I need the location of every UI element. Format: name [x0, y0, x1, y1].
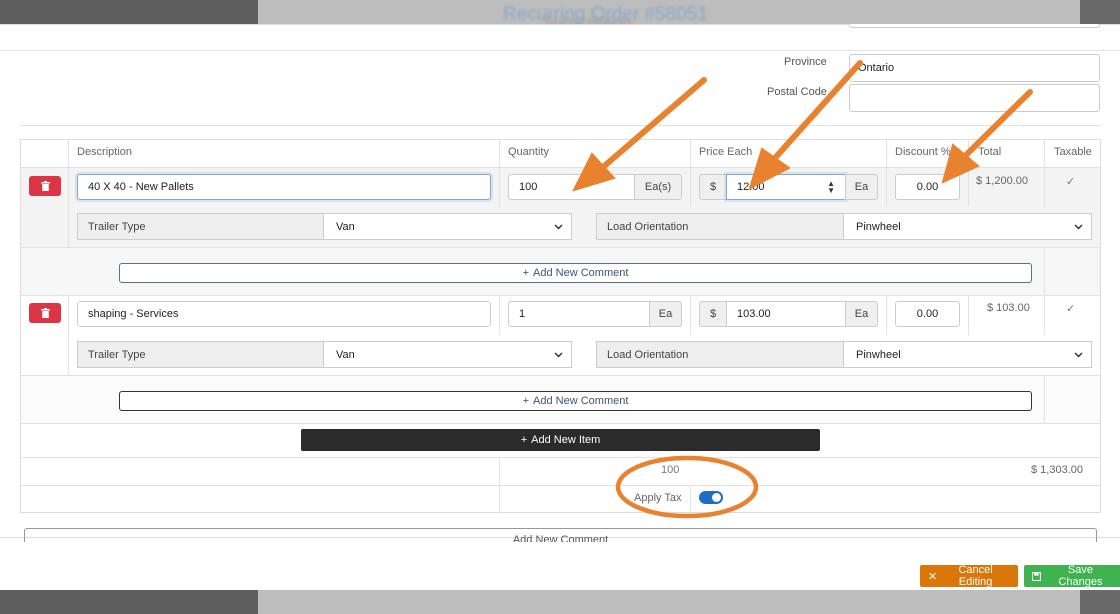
quantity-unit: Ea — [649, 301, 682, 327]
line-total: $ 103.00 — [987, 302, 1030, 314]
load-orientation-value: Pinwheel — [856, 348, 901, 361]
row-divider — [20, 485, 1101, 486]
delete-row-button[interactable] — [29, 303, 61, 323]
trailer-type-label: Trailer Type — [77, 213, 324, 240]
postal-code-label: Postal Code — [767, 86, 827, 98]
save-changes-button[interactable]: Save Changes — [1024, 564, 1120, 588]
col-divider — [886, 295, 887, 335]
trailer-type-select[interactable]: Van — [323, 213, 572, 240]
apply-tax-toggle[interactable] — [699, 491, 723, 504]
row-divider — [20, 457, 1101, 458]
add-comment-button[interactable]: Add New Comment — [24, 528, 1097, 542]
discount-input[interactable]: 0.00 — [895, 301, 960, 327]
plus-icon: + — [522, 395, 530, 407]
col-divider — [1044, 247, 1045, 295]
column-header-price-each: Price Each — [699, 146, 753, 158]
add-comment-button[interactable]: + Add New Comment — [119, 263, 1032, 283]
col-divider — [68, 139, 69, 247]
chevron-down-icon — [554, 351, 563, 358]
row-divider — [20, 375, 1101, 376]
add-comment-button[interactable]: + Add New Comment — [119, 391, 1032, 411]
modal-footer: ✕ Cancel Editing Save Changes — [0, 537, 1120, 590]
quantity-input[interactable]: 100 — [508, 174, 635, 200]
col-divider — [1044, 295, 1045, 335]
col-divider — [690, 485, 691, 513]
save-icon — [1032, 571, 1041, 581]
chevron-down-icon — [554, 223, 563, 230]
col-divider — [499, 139, 500, 207]
times-icon: ✕ — [928, 570, 938, 583]
plus-icon: + — [520, 434, 528, 446]
trash-icon — [40, 308, 50, 318]
add-comment-label: Add New Comment — [533, 267, 629, 279]
check-icon: ✓ — [1066, 176, 1076, 188]
col-divider — [1044, 375, 1045, 423]
description-input[interactable]: shaping - Services — [77, 301, 491, 327]
load-orientation-label: Load Orientation — [596, 213, 844, 240]
chevron-down-icon — [1074, 351, 1083, 358]
col-divider — [690, 139, 691, 207]
col-divider — [968, 295, 969, 335]
row-divider — [20, 295, 1101, 296]
column-header-discount: Discount % — [895, 146, 951, 158]
col-divider — [68, 295, 69, 375]
load-orientation-value: Pinwheel — [856, 220, 901, 233]
postal-code-field[interactable] — [849, 84, 1100, 112]
col-divider — [886, 139, 887, 207]
trailer-type-label: Trailer Type — [77, 341, 324, 368]
line-total: $ 1,200.00 — [976, 175, 1028, 187]
add-comment-label: Add New Comment — [512, 534, 609, 542]
header-divider — [20, 167, 1101, 168]
quantity-input[interactable]: 1 — [508, 301, 650, 327]
currency-addon: $ — [699, 174, 727, 200]
add-new-item-button[interactable]: + Add New Item — [301, 429, 820, 451]
load-orientation-label: Load Orientation — [596, 341, 844, 368]
trash-icon — [40, 181, 50, 191]
col-divider — [1044, 139, 1045, 207]
trailer-type-value: Van — [336, 348, 355, 361]
column-header-description: Description — [77, 146, 133, 158]
section-divider — [20, 125, 1101, 126]
price-unit: Ea — [845, 174, 878, 200]
previous-address-field[interactable] — [849, 24, 1100, 28]
province-label: Province — [784, 56, 827, 68]
col-divider — [968, 139, 969, 207]
price-input[interactable]: 103.00 — [726, 301, 846, 327]
column-header-total: Total — [978, 146, 1002, 158]
col-divider — [690, 295, 691, 335]
chevron-down-icon — [1074, 223, 1083, 230]
discount-input[interactable]: 0.00 — [895, 174, 960, 200]
quantity-unit: Ea(s) — [634, 174, 682, 200]
price-unit: Ea — [845, 301, 878, 327]
check-icon: ✓ — [1066, 303, 1076, 315]
modal-header — [0, 25, 1120, 51]
spinner-arrows-icon[interactable]: ▲ ▼ — [827, 180, 835, 195]
currency-addon: $ — [699, 301, 727, 327]
column-header-quantity: Quantity — [508, 146, 549, 158]
add-comment-label: Add New Comment — [533, 395, 629, 407]
grand-total: $ 1,303.00 — [1031, 464, 1083, 476]
province-field[interactable]: Ontario — [849, 54, 1100, 82]
delete-row-button[interactable] — [29, 176, 61, 196]
row-divider — [20, 247, 1101, 248]
add-new-item-label: Add New Item — [531, 434, 601, 446]
price-value: 12.00 — [737, 181, 765, 193]
quantity-total: 100 — [661, 464, 680, 476]
load-orientation-select[interactable]: Pinwheel — [843, 341, 1092, 368]
apply-tax-label: Apply Tax — [634, 492, 682, 504]
price-input[interactable]: 12.00 ▲ ▼ — [726, 174, 846, 200]
column-header-taxable: Taxable — [1054, 146, 1092, 158]
col-divider — [499, 295, 500, 335]
plus-icon: + — [522, 267, 530, 279]
load-orientation-select[interactable]: Pinwheel — [843, 213, 1092, 240]
trailer-type-select[interactable]: Van — [323, 341, 572, 368]
background-page-title: Recurring Order #58051 — [503, 4, 708, 25]
cancel-editing-label: Cancel Editing — [958, 564, 993, 588]
save-changes-label: Save Changes — [1058, 564, 1103, 588]
row-divider — [20, 423, 1101, 424]
description-input[interactable]: 40 X 40 - New Pallets — [77, 174, 491, 200]
col-divider — [499, 457, 500, 513]
trailer-type-value: Van — [336, 220, 355, 233]
cancel-editing-button[interactable]: ✕ Cancel Editing — [920, 564, 1018, 588]
